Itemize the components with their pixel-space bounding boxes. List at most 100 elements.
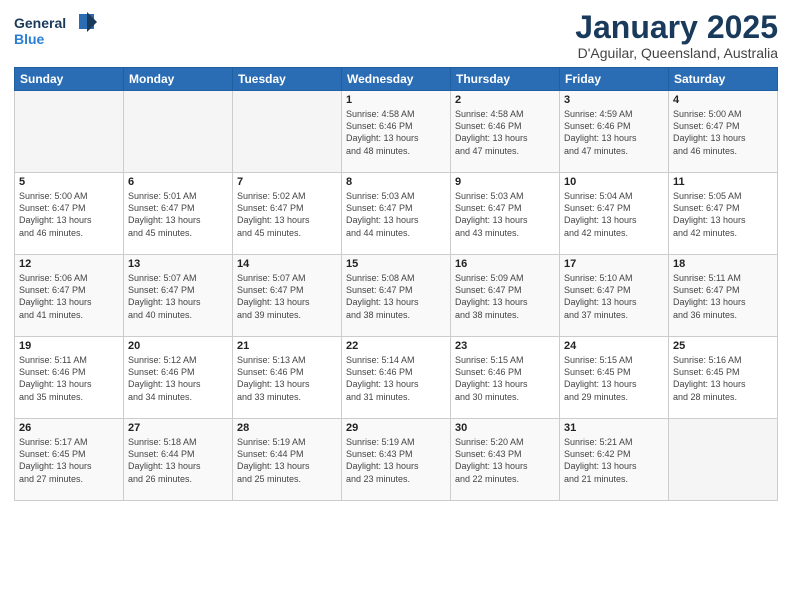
col-saturday: Saturday [669,68,778,91]
day-cell-3-1: 20 Sunrise: 5:12 AMSunset: 6:46 PMDayligh… [124,337,233,419]
day-number: 23 [455,340,555,352]
day-number: 28 [237,422,337,434]
day-info: Sunrise: 5:07 AMSunset: 6:47 PMDaylight:… [128,272,228,321]
day-info: Sunrise: 5:19 AMSunset: 6:43 PMDaylight:… [346,436,446,485]
day-number: 20 [128,340,228,352]
day-info: Sunrise: 5:11 AMSunset: 6:47 PMDaylight:… [673,272,773,321]
day-number: 16 [455,258,555,270]
week-row-2: 5 Sunrise: 5:00 AMSunset: 6:47 PMDaylight… [15,173,778,255]
day-number: 12 [19,258,119,270]
day-number: 2 [455,94,555,106]
day-cell-2-6: 18 Sunrise: 5:11 AMSunset: 6:47 PMDayligh… [669,255,778,337]
day-info: Sunrise: 5:16 AMSunset: 6:45 PMDaylight:… [673,354,773,403]
day-number: 5 [19,176,119,188]
day-cell-4-6 [669,419,778,501]
day-info: Sunrise: 5:01 AMSunset: 6:47 PMDaylight:… [128,190,228,239]
day-info: Sunrise: 5:03 AMSunset: 6:47 PMDaylight:… [346,190,446,239]
day-cell-4-3: 29 Sunrise: 5:19 AMSunset: 6:43 PMDayligh… [342,419,451,501]
page: General Blue January 2025 D'Aguilar, Que… [0,0,792,612]
svg-text:General: General [14,15,66,31]
day-cell-1-2: 7 Sunrise: 5:02 AMSunset: 6:47 PMDaylight… [233,173,342,255]
day-info: Sunrise: 5:06 AMSunset: 6:47 PMDaylight:… [19,272,119,321]
day-info: Sunrise: 5:00 AMSunset: 6:47 PMDaylight:… [19,190,119,239]
day-cell-1-5: 10 Sunrise: 5:04 AMSunset: 6:47 PMDayligh… [560,173,669,255]
day-cell-1-1: 6Sunrise: 5:01 AMSunset: 6:47 PMDaylight… [124,173,233,255]
day-info: Sunrise: 5:14 AMSunset: 6:46 PMDaylight:… [346,354,446,403]
day-cell-1-3: 8 Sunrise: 5:03 AMSunset: 6:47 PMDaylight… [342,173,451,255]
day-cell-3-5: 24Sunrise: 5:15 AMSunset: 6:45 PMDayligh… [560,337,669,419]
calendar-body: 1 Sunrise: 4:58 AMSunset: 6:46 PMDaylight… [15,91,778,501]
day-info: Sunrise: 5:15 AMSunset: 6:45 PMDaylight:… [564,354,664,403]
col-friday: Friday [560,68,669,91]
day-cell-1-6: 11 Sunrise: 5:05 AMSunset: 6:47 PMDayligh… [669,173,778,255]
col-tuesday: Tuesday [233,68,342,91]
day-cell-3-0: 19Sunrise: 5:11 AMSunset: 6:46 PMDayligh… [15,337,124,419]
day-info: Sunrise: 4:58 AMSunset: 6:46 PMDaylight:… [455,108,555,157]
day-cell-2-5: 17 Sunrise: 5:10 AMSunset: 6:47 PMDayligh… [560,255,669,337]
day-info: Sunrise: 5:17 AMSunset: 6:45 PMDaylight:… [19,436,119,485]
calendar-title: January 2025 [575,10,778,45]
day-cell-2-2: 14 Sunrise: 5:07 AMSunset: 6:47 PMDayligh… [233,255,342,337]
day-info: Sunrise: 5:15 AMSunset: 6:46 PMDaylight:… [455,354,555,403]
day-info: Sunrise: 5:07 AMSunset: 6:47 PMDaylight:… [237,272,337,321]
day-info: Sunrise: 5:18 AMSunset: 6:44 PMDaylight:… [128,436,228,485]
header: General Blue January 2025 D'Aguilar, Que… [14,10,778,61]
day-cell-1-0: 5 Sunrise: 5:00 AMSunset: 6:47 PMDaylight… [15,173,124,255]
col-wednesday: Wednesday [342,68,451,91]
col-monday: Monday [124,68,233,91]
day-info: Sunrise: 5:08 AMSunset: 6:47 PMDaylight:… [346,272,446,321]
day-number: 31 [564,422,664,434]
svg-text:Blue: Blue [14,31,45,47]
day-cell-2-1: 13 Sunrise: 5:07 AMSunset: 6:47 PMDayligh… [124,255,233,337]
day-cell-4-2: 28 Sunrise: 5:19 AMSunset: 6:44 PMDayligh… [233,419,342,501]
day-cell-4-4: 30Sunrise: 5:20 AMSunset: 6:43 PMDayligh… [451,419,560,501]
day-info: Sunrise: 5:02 AMSunset: 6:47 PMDaylight:… [237,190,337,239]
calendar-table: Sunday Monday Tuesday Wednesday Thursday… [14,67,778,501]
day-info: Sunrise: 5:09 AMSunset: 6:47 PMDaylight:… [455,272,555,321]
day-number: 22 [346,340,446,352]
day-cell-0-0 [15,91,124,173]
day-cell-0-4: 2 Sunrise: 4:58 AMSunset: 6:46 PMDaylight… [451,91,560,173]
day-cell-4-1: 27 Sunrise: 5:18 AMSunset: 6:44 PMDayligh… [124,419,233,501]
calendar-subtitle: D'Aguilar, Queensland, Australia [575,45,778,61]
week-row-5: 26 Sunrise: 5:17 AMSunset: 6:45 PMDayligh… [15,419,778,501]
day-info: Sunrise: 5:03 AMSunset: 6:47 PMDaylight:… [455,190,555,239]
day-info: Sunrise: 5:12 AMSunset: 6:46 PMDaylight:… [128,354,228,403]
day-info: Sunrise: 5:00 AMSunset: 6:47 PMDaylight:… [673,108,773,157]
calendar-header: Sunday Monday Tuesday Wednesday Thursday… [15,68,778,91]
day-info: Sunrise: 5:05 AMSunset: 6:47 PMDaylight:… [673,190,773,239]
day-number: 1 [346,94,446,106]
day-cell-0-5: 3 Sunrise: 4:59 AMSunset: 6:46 PMDaylight… [560,91,669,173]
day-number: 17 [564,258,664,270]
day-number: 29 [346,422,446,434]
day-info: Sunrise: 5:19 AMSunset: 6:44 PMDaylight:… [237,436,337,485]
week-row-3: 12 Sunrise: 5:06 AMSunset: 6:47 PMDayligh… [15,255,778,337]
day-cell-4-0: 26 Sunrise: 5:17 AMSunset: 6:45 PMDayligh… [15,419,124,501]
day-number: 18 [673,258,773,270]
day-cell-0-3: 1Sunrise: 4:58 AMSunset: 6:46 PMDaylight… [342,91,451,173]
day-number: 3 [564,94,664,106]
day-number: 27 [128,422,228,434]
week-row-1: 1 Sunrise: 4:58 AMSunset: 6:46 PMDaylight… [15,91,778,173]
day-number: 21 [237,340,337,352]
day-info: Sunrise: 5:10 AMSunset: 6:47 PMDaylight:… [564,272,664,321]
logo-svg: General Blue [14,10,104,50]
logo-area: General Blue [14,10,104,55]
day-number: 26 [19,422,119,434]
day-number: 14 [237,258,337,270]
day-number: 11 [673,176,773,188]
day-info: Sunrise: 4:59 AMSunset: 6:46 PMDaylight:… [564,108,664,157]
day-info: Sunrise: 5:04 AMSunset: 6:47 PMDaylight:… [564,190,664,239]
day-number: 7 [237,176,337,188]
day-cell-1-4: 9Sunrise: 5:03 AMSunset: 6:47 PMDaylight… [451,173,560,255]
day-number: 30 [455,422,555,434]
day-number: 4 [673,94,773,106]
day-info: Sunrise: 5:21 AMSunset: 6:42 PMDaylight:… [564,436,664,485]
day-number: 10 [564,176,664,188]
title-area: January 2025 D'Aguilar, Queensland, Aust… [575,10,778,61]
day-info: Sunrise: 5:11 AMSunset: 6:46 PMDaylight:… [19,354,119,403]
week-row-4: 19Sunrise: 5:11 AMSunset: 6:46 PMDayligh… [15,337,778,419]
day-cell-2-3: 15Sunrise: 5:08 AMSunset: 6:47 PMDayligh… [342,255,451,337]
day-number: 13 [128,258,228,270]
day-number: 8 [346,176,446,188]
